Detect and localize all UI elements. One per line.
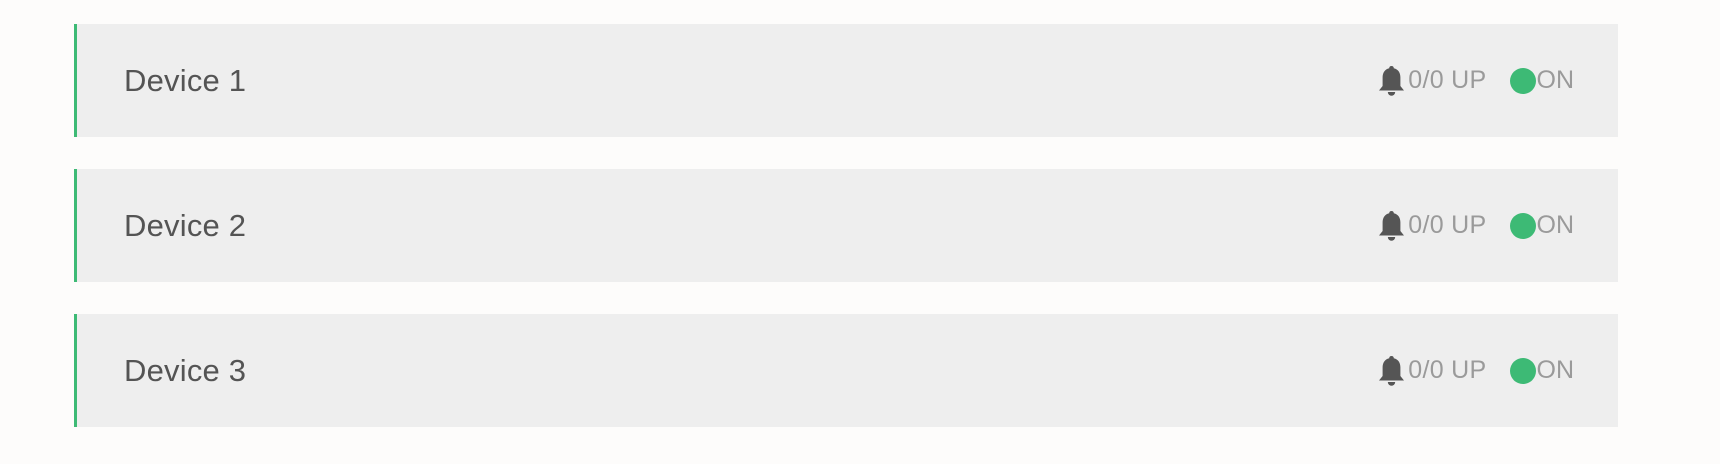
device-name: Device 1 xyxy=(124,62,247,98)
device-list: Device 1 0/0 UP ON Device 2 0/0 UP ON De… xyxy=(74,24,1618,459)
device-status: 0/0 UP ON xyxy=(1376,314,1574,427)
alerts-count: 0/0 UP xyxy=(1408,356,1487,384)
status-indicator-dot xyxy=(1509,67,1536,94)
power-status: ON xyxy=(1536,66,1575,94)
device-row[interactable]: Device 2 0/0 UP ON xyxy=(74,169,1618,282)
bell-icon xyxy=(1376,209,1407,243)
device-row[interactable]: Device 1 0/0 UP ON xyxy=(74,24,1618,137)
alerts-count: 0/0 UP xyxy=(1408,211,1487,239)
bell-icon xyxy=(1376,64,1407,98)
power-status: ON xyxy=(1536,356,1575,384)
device-name: Device 3 xyxy=(124,352,247,388)
power-status: ON xyxy=(1536,211,1575,239)
bell-icon xyxy=(1376,354,1407,388)
device-status: 0/0 UP ON xyxy=(1376,169,1574,282)
device-name: Device 2 xyxy=(124,207,247,243)
alerts-count: 0/0 UP xyxy=(1408,66,1487,94)
status-indicator-dot xyxy=(1509,212,1536,239)
device-row[interactable]: Device 3 0/0 UP ON xyxy=(74,314,1618,427)
status-indicator-dot xyxy=(1509,357,1536,384)
device-status: 0/0 UP ON xyxy=(1376,24,1574,137)
